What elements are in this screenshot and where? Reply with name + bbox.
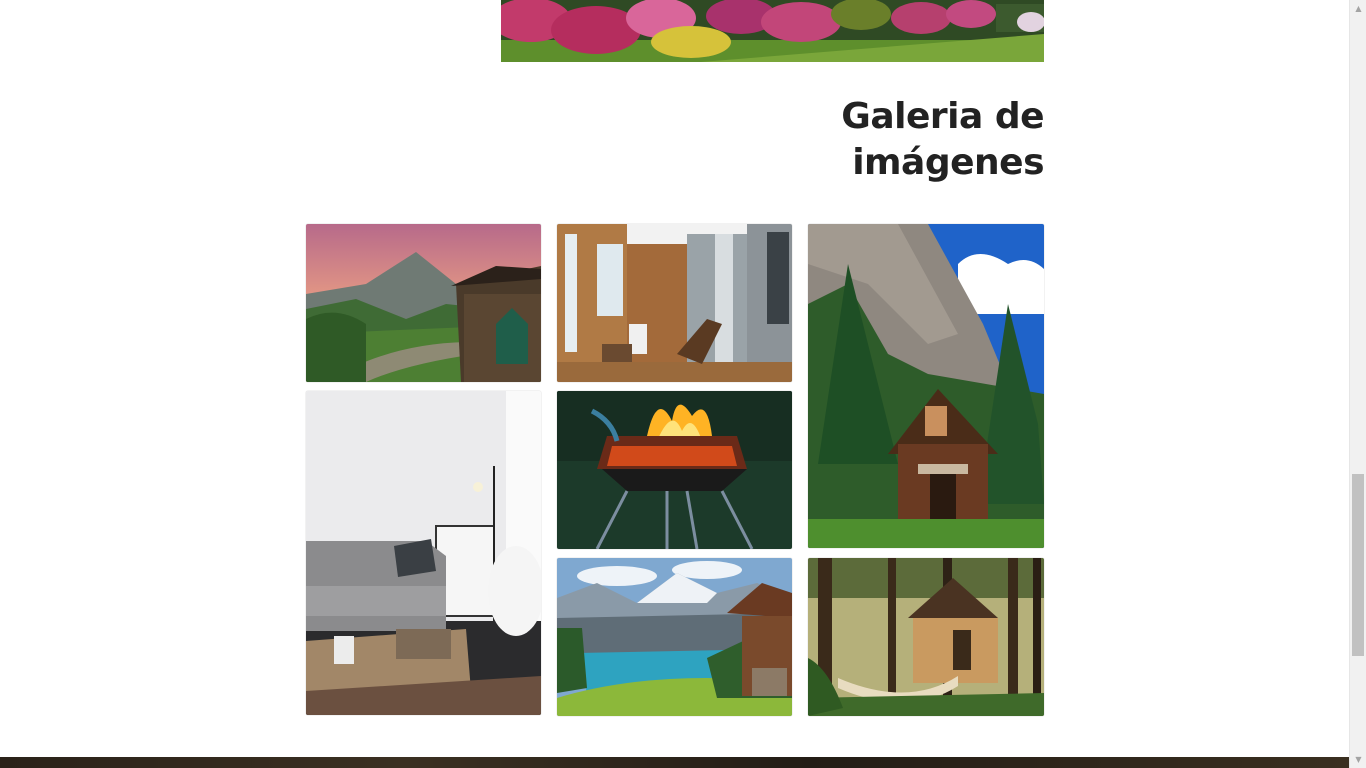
gallery-image-log-cabin[interactable] bbox=[808, 224, 1044, 548]
gallery-title-line1: Galeria de bbox=[841, 96, 1044, 137]
gallery-image-alpine-lake[interactable] bbox=[557, 558, 792, 716]
footer-image-strip bbox=[0, 757, 1349, 768]
scroll-down-arrow-icon[interactable]: ▼ bbox=[1350, 751, 1366, 768]
gallery-title: Galeria de imágenes bbox=[684, 94, 1044, 186]
gallery-image-forest-hammock[interactable] bbox=[808, 558, 1044, 716]
vertical-scrollbar[interactable]: ▲ ▼ bbox=[1349, 0, 1366, 768]
gallery-image-wooden-porch[interactable] bbox=[557, 224, 792, 382]
gallery-image-living-room[interactable] bbox=[306, 391, 541, 715]
scroll-up-arrow-icon[interactable]: ▲ bbox=[1350, 0, 1366, 17]
page: Galeria de imágenes bbox=[0, 0, 1349, 768]
gallery-title-line2: imágenes bbox=[852, 142, 1044, 183]
scrollbar-thumb[interactable] bbox=[1352, 474, 1364, 656]
gallery-image-campfire[interactable] bbox=[557, 391, 792, 549]
garden-image bbox=[501, 0, 1044, 62]
gallery-image-mountain-cabin[interactable] bbox=[306, 224, 541, 382]
